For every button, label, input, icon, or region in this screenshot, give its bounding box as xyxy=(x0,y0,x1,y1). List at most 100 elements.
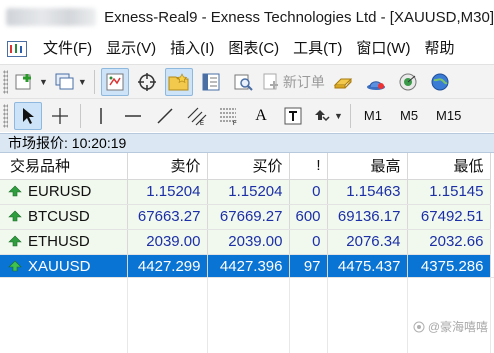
bid-cell[interactable]: 1.15204 xyxy=(127,179,208,205)
low-cell-text: 1.15145 xyxy=(429,183,484,200)
signals-hat-icon xyxy=(366,80,385,90)
high-cell[interactable]: 1.15463 xyxy=(327,179,408,205)
column-header-symbol[interactable]: 交易品种 xyxy=(0,153,128,180)
crosshair-tool-button[interactable] xyxy=(46,102,74,130)
column-header-spread[interactable]: ! xyxy=(289,153,328,180)
menu-insert[interactable]: 插入(I) xyxy=(163,37,221,61)
spread-cell-text: 600 xyxy=(295,208,321,225)
profiles-button[interactable]: ▼ xyxy=(53,68,88,96)
table-row[interactable]: EURUSD 1.15204 1.15204 0 1.15463 1.15145 xyxy=(0,179,491,205)
column-divider xyxy=(207,277,208,353)
data-window-button[interactable] xyxy=(133,68,161,96)
bid-cell-text: 67663.27 xyxy=(137,208,201,225)
column-header-bid[interactable]: 卖价 xyxy=(127,153,208,180)
text-label-button[interactable] xyxy=(279,102,307,130)
symbol-cell[interactable]: XAUUSD xyxy=(0,254,128,280)
text-tool-button[interactable]: A xyxy=(247,102,275,130)
channel-icon: E xyxy=(187,107,207,126)
globe-icon xyxy=(431,73,449,90)
quotes-table: 交易品种 卖价 买价 ! 最高 最低 EURUSD 1.15204 1.15204 0… xyxy=(0,153,491,280)
column-header-ask[interactable]: 买价 xyxy=(207,153,290,180)
horizontal-line-button[interactable] xyxy=(119,102,147,130)
app-menu-icon[interactable] xyxy=(6,40,28,58)
high-cell[interactable]: 2076.34 xyxy=(327,229,408,255)
spread-cell-text: 97 xyxy=(303,258,321,275)
experts-button[interactable] xyxy=(330,68,358,96)
low-cell-text: 2032.66 xyxy=(429,233,484,250)
equidistant-channel-button[interactable]: E xyxy=(183,102,211,130)
bid-cell-text: 1.15204 xyxy=(146,183,201,200)
symbol-cell-text: ETHUSD xyxy=(28,233,90,250)
title-bar[interactable]: Exness-Real9 - Exness Technologies Ltd -… xyxy=(0,0,494,34)
crosshair-icon xyxy=(52,107,68,124)
new-order-icon xyxy=(263,73,278,89)
bid-cell-text: 4427.299 xyxy=(137,258,201,275)
ask-cell[interactable]: 2039.00 xyxy=(207,229,290,255)
up-arrow-icon xyxy=(8,235,22,247)
symbol-cell[interactable]: BTCUSD xyxy=(0,204,128,230)
navigator-button[interactable] xyxy=(164,67,193,96)
up-arrow-icon xyxy=(8,210,22,222)
bid-cell[interactable]: 67663.27 xyxy=(127,204,208,230)
table-header-row: 交易品种 卖价 买价 ! 最高 最低 xyxy=(0,153,491,180)
cursor-tool-button[interactable] xyxy=(14,101,42,130)
timeframe-m5-button[interactable]: M5 xyxy=(393,102,425,130)
symbol-cell[interactable]: ETHUSD xyxy=(0,229,128,255)
trendline-button[interactable] xyxy=(151,102,179,130)
spread-cell[interactable]: 600 xyxy=(289,204,328,230)
vertical-line-button[interactable] xyxy=(87,102,115,130)
table-row[interactable]: ETHUSD 2039.00 2039.00 0 2076.34 2032.66 xyxy=(0,229,491,255)
toolbar-grip[interactable] xyxy=(3,69,8,94)
crosshair-target-icon xyxy=(137,72,156,91)
low-cell[interactable]: 2032.66 xyxy=(407,229,491,255)
fibonacci-icon: F xyxy=(220,108,237,126)
arrows-button[interactable]: ▼ xyxy=(311,102,344,130)
toolbar-grip[interactable] xyxy=(3,103,8,128)
menu-view[interactable]: 显示(V) xyxy=(99,37,163,61)
bid-cell[interactable]: 2039.00 xyxy=(127,229,208,255)
ask-cell[interactable]: 1.15204 xyxy=(207,179,290,205)
fibonacci-button[interactable]: F xyxy=(215,102,243,130)
signals-button[interactable] xyxy=(362,68,390,96)
spread-cell[interactable]: 0 xyxy=(289,179,328,205)
menu-bar: 文件(F) 显示(V) 插入(I) 图表(C) 工具(T) 窗口(W) 帮助 xyxy=(0,34,494,64)
high-cell[interactable]: 69136.17 xyxy=(327,204,408,230)
empty-list-area[interactable] xyxy=(0,277,494,353)
spread-cell[interactable]: 0 xyxy=(289,229,328,255)
new-chart-icon xyxy=(15,73,31,89)
new-chart-button[interactable]: ▼ xyxy=(14,68,49,96)
ask-cell-text: 2039.00 xyxy=(228,233,283,250)
column-header-high[interactable]: 最高 xyxy=(327,153,408,180)
vps-button[interactable] xyxy=(426,68,454,96)
terminal-button[interactable] xyxy=(197,68,225,96)
timeframe-m1-button[interactable]: M1 xyxy=(357,102,389,130)
menu-charts[interactable]: 图表(C) xyxy=(221,37,286,61)
column-header-low[interactable]: 最低 xyxy=(407,153,491,180)
low-cell[interactable]: 4375.286 xyxy=(407,254,491,280)
ask-cell-text: 67669.27 xyxy=(219,208,283,225)
dropdown-arrow-icon: ▼ xyxy=(39,76,48,87)
bid-cell[interactable]: 4427.299 xyxy=(127,254,208,280)
menu-window[interactable]: 窗口(W) xyxy=(349,37,417,61)
menu-file[interactable]: 文件(F) xyxy=(36,37,99,61)
ask-cell[interactable]: 67669.27 xyxy=(207,204,290,230)
up-arrow-icon xyxy=(8,260,22,272)
ask-cell-text: 1.15204 xyxy=(228,183,283,200)
spread-cell[interactable]: 97 xyxy=(289,254,328,280)
market-watch-title[interactable]: 市场报价: 10:20:19 xyxy=(0,133,494,153)
ask-cell[interactable]: 4427.396 xyxy=(207,254,290,280)
high-cell[interactable]: 4475.437 xyxy=(327,254,408,280)
timeframe-m15-button[interactable]: M15 xyxy=(429,102,468,130)
menu-tools[interactable]: 工具(T) xyxy=(286,37,349,61)
low-cell[interactable]: 1.15145 xyxy=(407,179,491,205)
strategy-tester-button[interactable] xyxy=(229,68,257,96)
table-row[interactable]: XAUUSD 4427.299 4427.396 97 4475.437 4375.286 xyxy=(0,254,491,280)
table-row[interactable]: BTCUSD 67663.27 67669.27 600 69136.17 67492.5… xyxy=(0,204,491,230)
market-button[interactable] xyxy=(394,68,422,96)
new-order-button[interactable]: 新订单 xyxy=(261,68,326,96)
symbol-cell[interactable]: EURUSD xyxy=(0,179,128,205)
market-watch-button[interactable] xyxy=(100,67,129,96)
low-cell[interactable]: 67492.51 xyxy=(407,204,491,230)
menu-help[interactable]: 帮助 xyxy=(417,37,461,61)
ask-cell-text: 4427.396 xyxy=(219,258,283,275)
